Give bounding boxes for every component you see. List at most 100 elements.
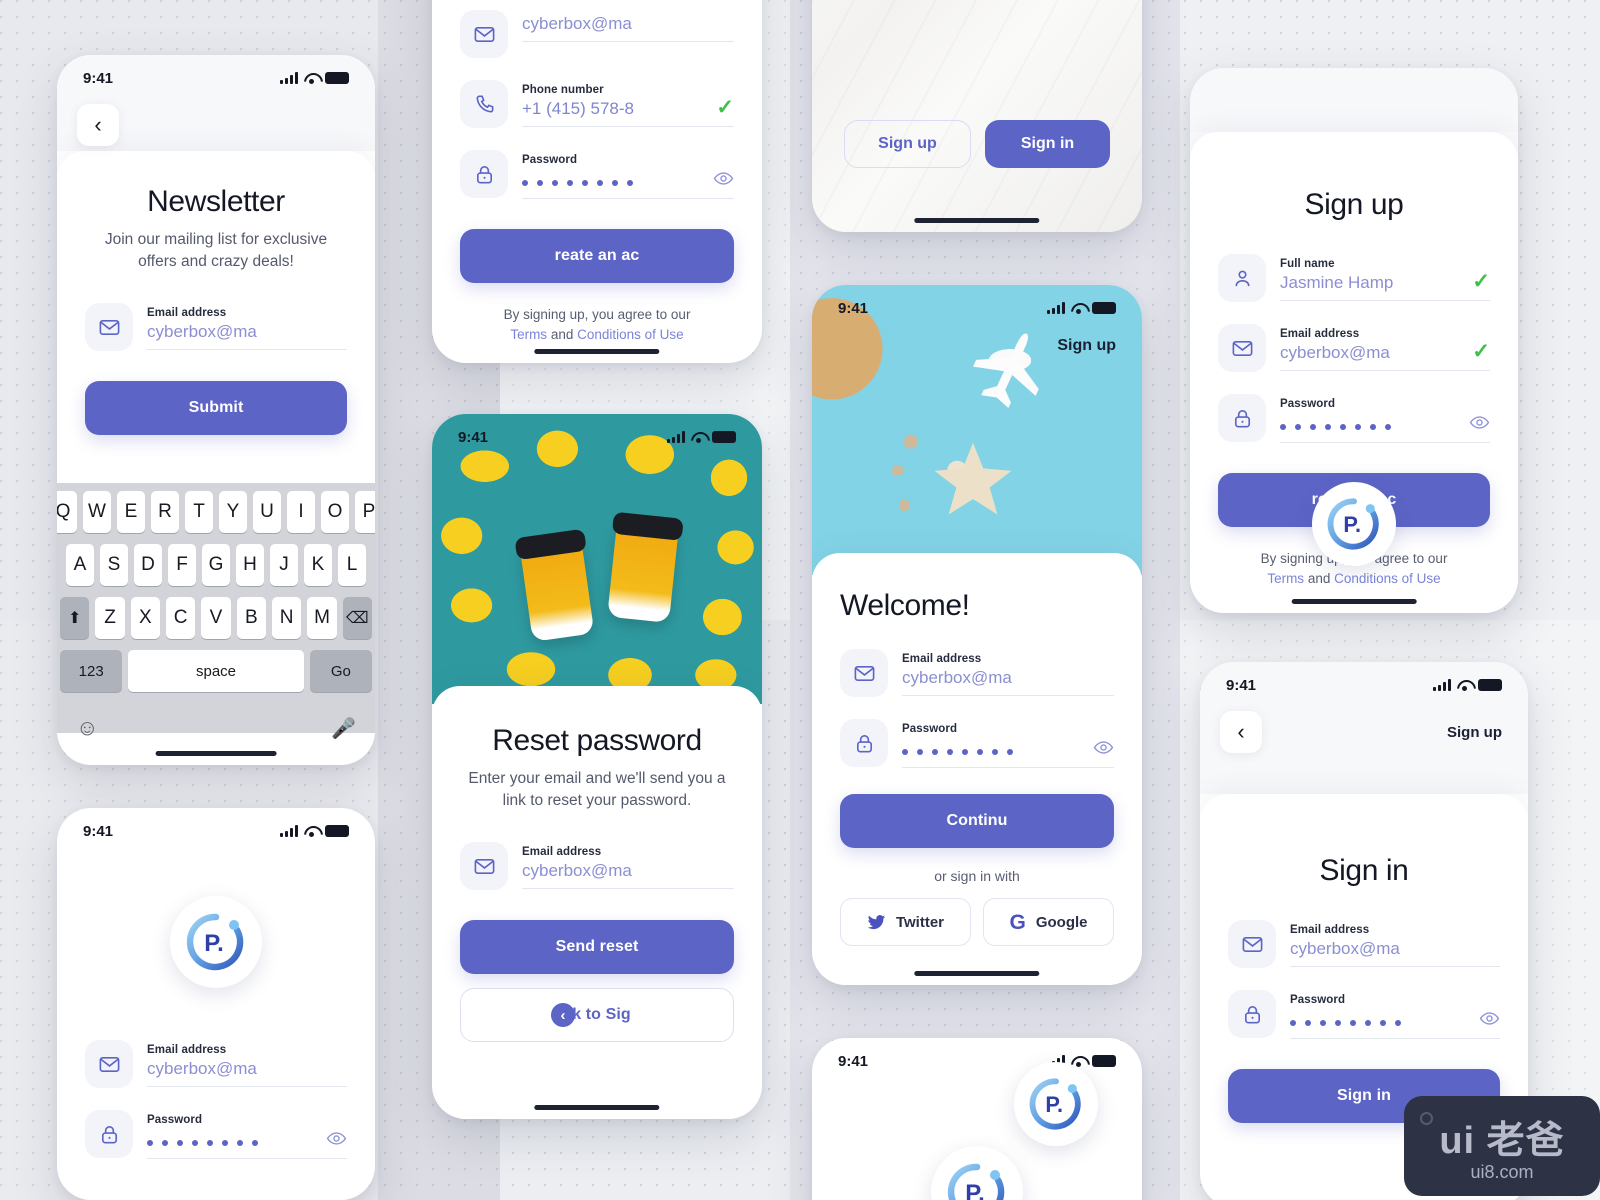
twitter-button[interactable]: Twitter — [840, 898, 971, 946]
microphone-icon[interactable]: 🎤 — [331, 716, 356, 741]
key[interactable]: J — [270, 544, 298, 586]
submit-button[interactable]: Submit — [85, 381, 347, 435]
signup-link[interactable]: Sign up — [1447, 724, 1502, 741]
password-field[interactable]: Password — [840, 719, 1114, 768]
toggle-password-visibility-icon[interactable] — [705, 168, 734, 189]
key[interactable]: F — [168, 544, 196, 586]
key[interactable]: V — [201, 597, 231, 639]
google-button[interactable]: G Google — [983, 898, 1114, 946]
key[interactable]: U — [253, 491, 281, 533]
login-plain-form: Email address cyberbox@ma Password — [57, 1040, 375, 1159]
phone-reset-password: 9:41 Reset password Enter your email and… — [432, 414, 762, 1119]
back-to-signin-button[interactable]: ‹ ck to Sig — [460, 988, 734, 1042]
key[interactable]: R — [151, 491, 179, 533]
watermark-title: ui 老爸 — [1439, 1120, 1565, 1162]
back-button[interactable]: ‹ — [1220, 711, 1262, 753]
send-reset-button[interactable]: Send reset — [460, 920, 734, 974]
page-title: Sign up — [1304, 188, 1404, 221]
back-button[interactable]: ‹ — [77, 104, 119, 146]
password-field[interactable]: Password — [1218, 394, 1490, 443]
terms-link[interactable]: Terms — [510, 327, 547, 342]
go-key[interactable]: Go — [309, 650, 372, 692]
key[interactable]: N — [271, 597, 302, 639]
wifi-icon — [691, 432, 706, 443]
email-field-body: Email address cyberbox@ma ✓ — [1280, 324, 1490, 371]
sign-in-button[interactable]: Sign in — [985, 120, 1110, 168]
full-name-value: Jasmine Hamp — [1280, 273, 1394, 292]
key[interactable]: H — [236, 544, 264, 586]
phone-login-plain: 9:41 P. Email address cyberbox@ma Passwo… — [57, 808, 375, 1200]
email-field[interactable]: Email address cyberbox@ma — [85, 303, 347, 351]
email-field[interactable]: Email address cyberbox@ma — [85, 1040, 347, 1088]
key[interactable]: Y — [219, 491, 247, 533]
email-value-row: cyberbox@ma ✓ — [1280, 340, 1490, 363]
keyboard-row-2: A S D F G H J K L — [60, 544, 372, 586]
key[interactable]: B — [236, 597, 266, 639]
password-field[interactable]: Password — [85, 1110, 347, 1159]
toggle-password-visibility-icon[interactable] — [1471, 1008, 1500, 1029]
envelope-icon — [460, 842, 508, 890]
wifi-icon — [304, 826, 319, 837]
svg-text:P.: P. — [1045, 1092, 1063, 1117]
shift-key[interactable]: ⬆ — [60, 597, 90, 639]
password-underline — [1290, 1038, 1500, 1039]
key[interactable]: O — [321, 491, 349, 533]
key[interactable]: S — [100, 544, 128, 586]
key[interactable]: I — [287, 491, 315, 533]
key[interactable]: M — [307, 597, 337, 639]
svg-text:P.: P. — [204, 930, 224, 957]
home-indicator — [155, 751, 277, 756]
email-field[interactable]: Email address cyberbox@ma — [1228, 920, 1500, 968]
email-field[interactable]: Email address cyberbox@ma ✓ — [1218, 324, 1490, 372]
create-account-button[interactable]: reate an ac — [460, 229, 734, 283]
toggle-password-visibility-icon[interactable] — [1085, 737, 1114, 758]
auth-toggle-row: Sign up Sign in — [812, 120, 1142, 168]
key[interactable]: L — [338, 544, 366, 586]
email-value: cyberbox@ma — [522, 861, 632, 880]
toggle-password-visibility-icon[interactable] — [1461, 412, 1490, 433]
key[interactable]: Q — [57, 491, 77, 533]
phone-field-body: Phone number +1 (415) 578-8 ✓ — [522, 80, 734, 127]
legal-and: and — [550, 327, 574, 343]
key[interactable]: E — [117, 491, 145, 533]
battery-icon — [712, 431, 736, 443]
emoji-icon[interactable]: ☺ — [76, 715, 98, 741]
key[interactable]: W — [83, 491, 111, 533]
key[interactable]: C — [166, 597, 196, 639]
page-title: Reset password — [492, 724, 702, 757]
key[interactable]: P — [355, 491, 375, 533]
starfish-icon — [934, 442, 1012, 515]
key[interactable]: D — [134, 544, 162, 586]
numbers-key[interactable]: 123 — [60, 650, 123, 692]
full-name-field[interactable]: Full name Jasmine Hamp ✓ — [1218, 254, 1490, 302]
welcome-card: Welcome! Email address cyberbox@ma Passw… — [812, 553, 1142, 985]
backspace-key[interactable]: ⌫ — [342, 597, 372, 639]
key[interactable]: G — [202, 544, 230, 586]
email-label: Email address — [147, 307, 227, 319]
email-underline — [147, 349, 347, 350]
terms-link[interactable]: Terms — [1267, 571, 1304, 586]
home-indicator — [1291, 599, 1417, 604]
continue-button[interactable]: Continu — [840, 794, 1114, 848]
space-key[interactable]: space — [128, 650, 304, 692]
phone-field[interactable]: Phone number +1 (415) 578-8 ✓ — [460, 80, 734, 128]
key[interactable]: K — [304, 544, 332, 586]
conditions-link[interactable]: Conditions of Use — [1334, 571, 1441, 586]
coffee-cup-left — [519, 538, 595, 642]
password-field[interactable]: Password — [1228, 990, 1500, 1039]
sign-up-button[interactable]: Sign up — [844, 120, 971, 168]
email-field[interactable]: cyberbox@ma — [460, 10, 734, 58]
email-field[interactable]: Email address cyberbox@ma — [840, 649, 1114, 697]
email-field[interactable]: Email address cyberbox@ma — [460, 842, 734, 890]
conditions-link[interactable]: Conditions of Use — [577, 327, 684, 342]
key[interactable]: Z — [95, 597, 125, 639]
key[interactable]: A — [66, 544, 94, 586]
password-field[interactable]: Password — [460, 150, 734, 199]
battery-icon — [1092, 1055, 1116, 1067]
password-field-body: Password — [1290, 990, 1500, 1039]
key[interactable]: T — [185, 491, 213, 533]
phone-value-row: +1 (415) 578-8 ✓ — [522, 96, 734, 119]
toggle-password-visibility-icon[interactable] — [318, 1128, 347, 1149]
envelope-icon — [1228, 920, 1276, 968]
key[interactable]: X — [130, 597, 160, 639]
